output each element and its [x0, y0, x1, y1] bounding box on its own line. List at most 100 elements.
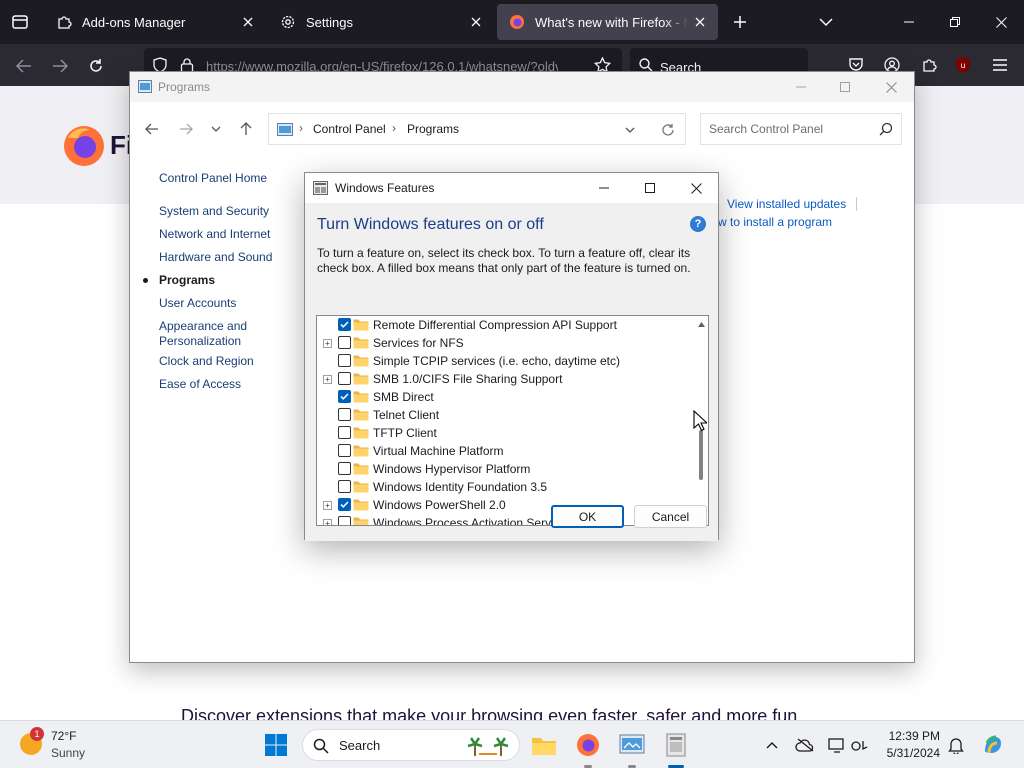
- tab-whats-new[interactable]: What's new with Firefox - More: [497, 4, 718, 40]
- how-to-install-link[interactable]: w to install a program: [718, 215, 832, 229]
- feature-checkbox[interactable]: [338, 516, 351, 525]
- taskbar-search-box[interactable]: Search: [302, 729, 520, 761]
- cancel-button[interactable]: Cancel: [634, 505, 707, 528]
- minimize-button[interactable]: [778, 72, 824, 102]
- expand-plus-icon[interactable]: +: [323, 339, 332, 348]
- close-tab-icon[interactable]: [236, 10, 260, 34]
- minimize-button[interactable]: [886, 0, 932, 44]
- close-dialog-button[interactable]: [673, 173, 719, 203]
- clock-time[interactable]: 12:39 PM: [888, 729, 940, 743]
- feature-checkbox[interactable]: [338, 408, 351, 421]
- back-button[interactable]: [140, 118, 164, 140]
- folder-icon: [353, 463, 369, 475]
- sidebar-item-home[interactable]: Control Panel Home: [159, 171, 267, 186]
- features-tree[interactable]: Remote Differential Compression API Supp…: [316, 315, 709, 526]
- forward-button[interactable]: [46, 52, 74, 80]
- sidebar-item-network[interactable]: Network and Internet: [159, 227, 270, 242]
- breadcrumb-programs[interactable]: Programs: [407, 122, 459, 136]
- minimize-button[interactable]: [581, 173, 627, 203]
- feature-row[interactable]: TFTP Client: [317, 424, 695, 442]
- feature-row[interactable]: Remote Differential Compression API Supp…: [317, 316, 695, 334]
- new-tab-button[interactable]: [728, 10, 752, 34]
- back-button[interactable]: [10, 52, 38, 80]
- maximize-button[interactable]: [822, 72, 868, 102]
- close-tab-icon[interactable]: [688, 10, 712, 34]
- refresh-icon[interactable]: [661, 123, 675, 137]
- recent-locations-button[interactable]: [204, 118, 228, 140]
- sidebar-item-programs[interactable]: Programs: [159, 273, 215, 288]
- feature-row[interactable]: Windows Hypervisor Platform: [317, 460, 695, 478]
- network-volume-tray-button[interactable]: [851, 735, 871, 755]
- expand-plus-icon[interactable]: +: [323, 501, 332, 510]
- feature-checkbox[interactable]: [338, 426, 351, 439]
- feature-row[interactable]: + SMB 1.0/CIFS File Sharing Support: [317, 370, 695, 388]
- taskbar-windows-features[interactable]: [662, 731, 690, 759]
- dialog-description: To turn a feature on, select its check b…: [317, 246, 691, 275]
- expand-plus-icon[interactable]: +: [323, 519, 332, 525]
- close-window-button[interactable]: [978, 0, 1024, 44]
- feature-name: Windows PowerShell 2.0: [373, 498, 506, 512]
- sidebar-item-hardware[interactable]: Hardware and Sound: [159, 250, 272, 265]
- copilot-button[interactable]: [980, 732, 1006, 758]
- sidebar-item-user-accounts[interactable]: User Accounts: [159, 296, 236, 311]
- close-window-button[interactable]: [868, 72, 914, 102]
- feature-checkbox[interactable]: [338, 390, 351, 403]
- feature-checkbox[interactable]: [338, 336, 351, 349]
- control-panel-titlebar[interactable]: Programs: [130, 72, 914, 102]
- sidebar-item-ease-of-access[interactable]: Ease of Access: [159, 377, 241, 392]
- taskbar-firefox[interactable]: [574, 731, 602, 759]
- ublock-button[interactable]: u: [952, 54, 974, 76]
- feature-row[interactable]: SMB Direct: [317, 388, 695, 406]
- display-tray-button[interactable]: [827, 735, 847, 755]
- chevron-down-icon[interactable]: [625, 127, 635, 134]
- feature-checkbox[interactable]: [338, 372, 351, 385]
- feature-checkbox[interactable]: [338, 354, 351, 367]
- firefox-view-button[interactable]: [8, 10, 32, 34]
- tab-addons-manager[interactable]: Add-ons Manager: [44, 4, 266, 40]
- extensions-button[interactable]: [918, 54, 940, 76]
- list-all-tabs-button[interactable]: [814, 10, 838, 34]
- weather-temperature[interactable]: 72°F: [51, 729, 76, 743]
- scroll-up-arrow-icon[interactable]: [697, 320, 706, 329]
- maximize-button[interactable]: [627, 173, 673, 203]
- scrollbar-thumb[interactable]: [699, 430, 703, 480]
- taskbar-file-explorer[interactable]: [530, 731, 558, 759]
- forward-button[interactable]: [174, 118, 198, 140]
- notifications-button[interactable]: [946, 735, 966, 755]
- clock-date[interactable]: 5/31/2024: [880, 746, 940, 760]
- feature-checkbox[interactable]: [338, 498, 351, 511]
- view-installed-updates-link[interactable]: View installed updates: [727, 197, 846, 211]
- close-tab-icon[interactable]: [464, 10, 488, 34]
- weather-condition[interactable]: Sunny: [51, 746, 85, 760]
- up-button[interactable]: [234, 118, 258, 140]
- sidebar-item-appearance[interactable]: Appearance and Personalization: [159, 319, 259, 349]
- restore-button[interactable]: [932, 0, 978, 44]
- search-control-panel-input[interactable]: Search Control Panel: [700, 113, 902, 145]
- ok-button[interactable]: OK: [551, 505, 624, 528]
- feature-row[interactable]: Windows Identity Foundation 3.5: [317, 478, 695, 496]
- feature-checkbox[interactable]: [338, 318, 351, 331]
- tab-title: Settings: [306, 14, 353, 30]
- feature-row[interactable]: + Services for NFS: [317, 334, 695, 352]
- svg-text:u: u: [960, 61, 965, 70]
- reload-button[interactable]: [82, 52, 110, 80]
- help-icon[interactable]: ?: [690, 216, 706, 232]
- sidebar-item-clock-region[interactable]: Clock and Region: [159, 354, 254, 369]
- expand-plus-icon[interactable]: +: [323, 375, 332, 384]
- sidebar-item-system-security[interactable]: System and Security: [159, 204, 269, 219]
- feature-checkbox[interactable]: [338, 480, 351, 493]
- dialog-titlebar[interactable]: Windows Features: [305, 173, 718, 203]
- start-button[interactable]: [264, 733, 288, 757]
- feature-row[interactable]: Telnet Client: [317, 406, 695, 424]
- breadcrumb-control-panel[interactable]: Control Panel: [313, 122, 386, 136]
- show-hidden-icons-button[interactable]: [762, 735, 782, 755]
- taskbar-control-panel[interactable]: [618, 731, 646, 759]
- feature-checkbox[interactable]: [338, 444, 351, 457]
- feature-row[interactable]: Simple TCPIP services (i.e. echo, daytim…: [317, 352, 695, 370]
- feature-row[interactable]: Virtual Machine Platform: [317, 442, 695, 460]
- feature-checkbox[interactable]: [338, 462, 351, 475]
- onedrive-tray-button[interactable]: [795, 735, 815, 755]
- tab-settings[interactable]: Settings: [268, 4, 494, 40]
- address-bar[interactable]: › Control Panel › Programs: [268, 113, 686, 145]
- app-menu-button[interactable]: [989, 54, 1011, 76]
